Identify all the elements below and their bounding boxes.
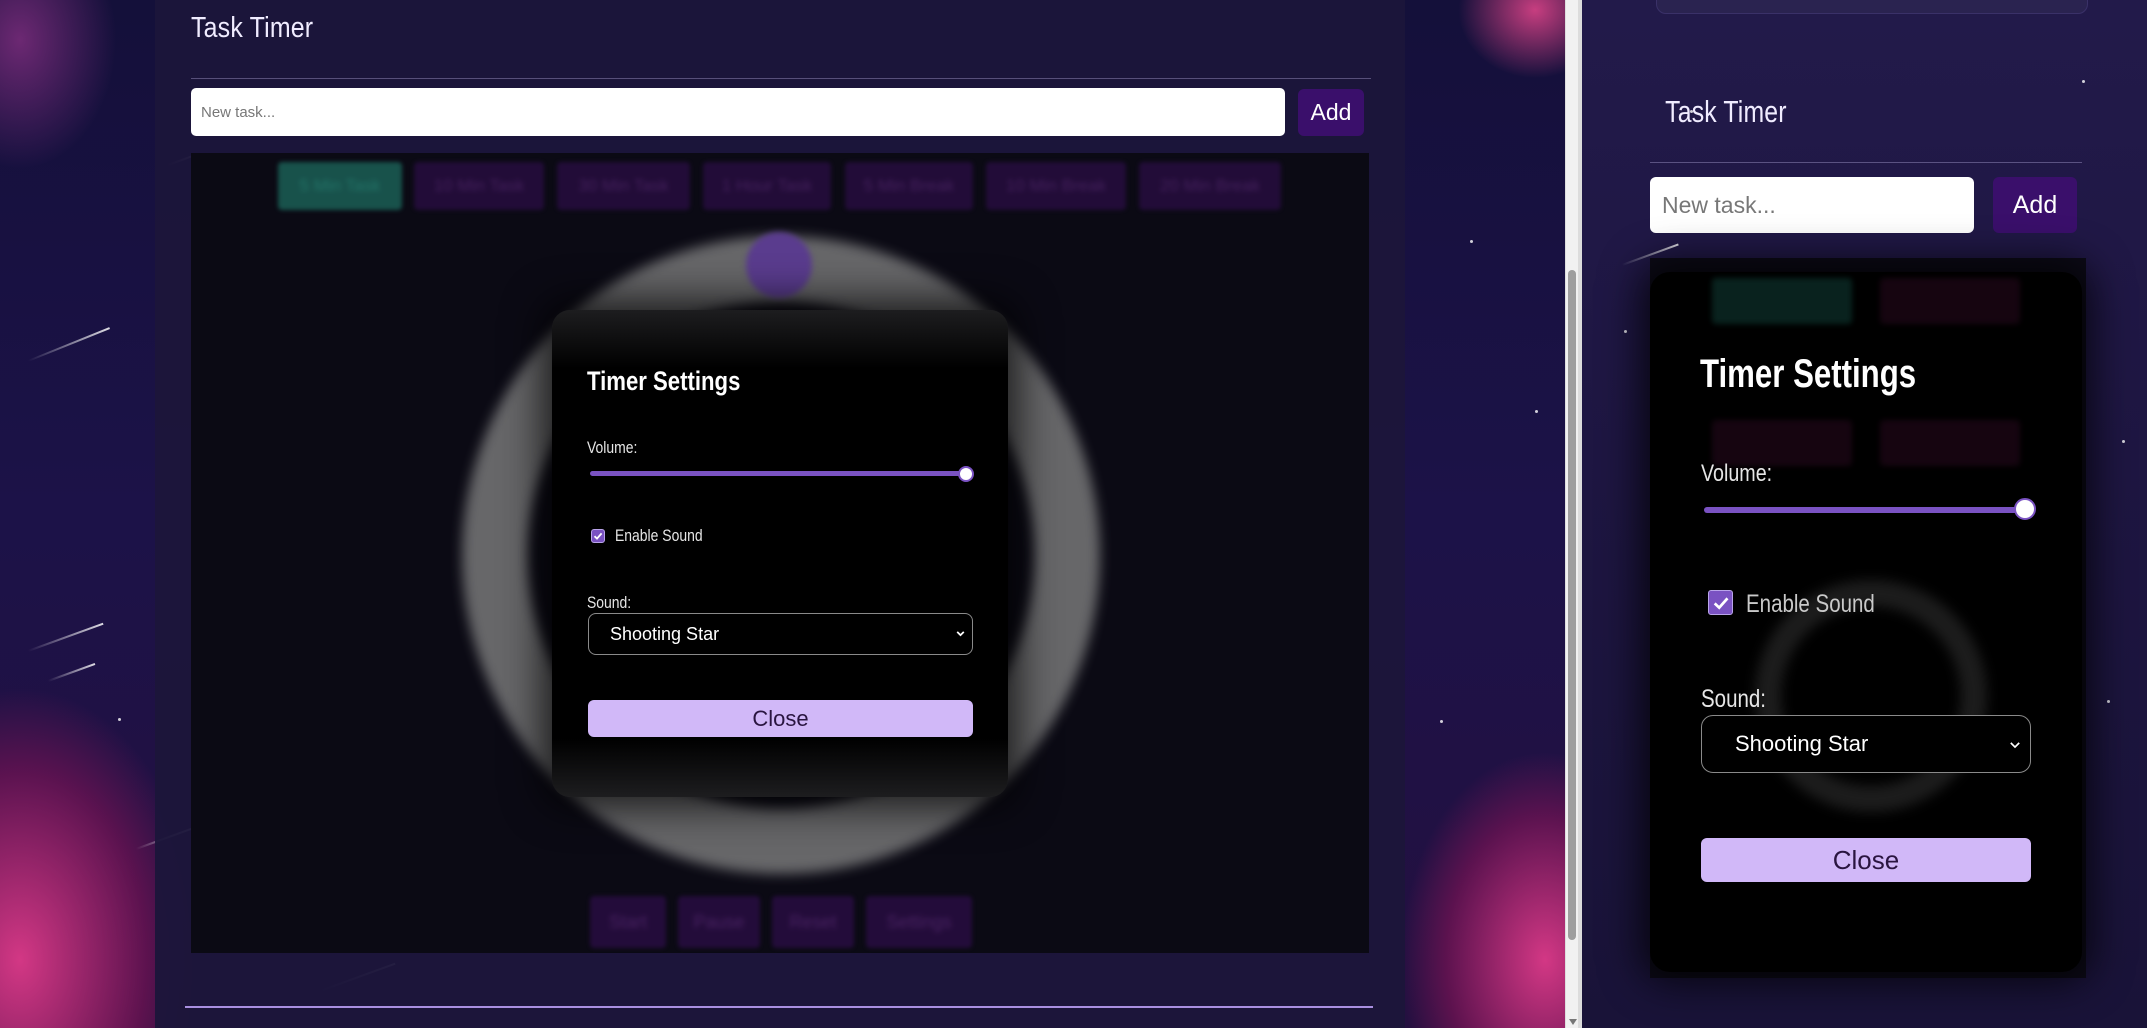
app-title: Task Timer [191,12,314,44]
preset-button[interactable] [1712,278,1852,324]
scroll-down-arrow-icon[interactable] [1569,1019,1577,1025]
pause-button[interactable]: Pause [678,896,760,948]
title-divider [1650,162,2082,163]
new-task-input[interactable] [191,88,1285,136]
preset-button[interactable] [1880,420,2020,466]
preset-button[interactable] [1880,278,2020,324]
enable-sound-checkbox[interactable] [1708,590,1733,615]
enable-sound-checkbox[interactable] [591,529,605,543]
checkmark-icon [1713,596,1728,610]
volume-label: Volume: [587,438,638,457]
sound-label: Sound: [587,593,632,612]
star [1470,240,1473,243]
star [118,718,121,721]
dialog-title: Timer Settings [1700,352,1917,396]
preset-label: 10 Min Break [1005,176,1107,195]
sound-select[interactable]: Shooting Star [588,613,973,655]
shooting-star-streak [27,327,110,362]
preset-button[interactable]: 1 Hour Task [703,162,831,210]
reset-button[interactable]: Reset [772,896,854,948]
preset-button[interactable]: 10 Min Break [986,162,1126,210]
preset-button[interactable]: 10 Min Task [414,162,544,210]
volume-slider-thumb[interactable] [958,466,974,482]
shooting-star-streak [27,622,104,652]
top-card [1656,0,2088,14]
preset-label: 5 Min Break [863,176,955,195]
sound-select-value: Shooting Star [1735,731,1869,756]
enable-sound-label: Enable Sound [1746,590,1875,618]
settings-label: Settings [886,911,952,932]
preset-button[interactable]: 5 Min Break [845,162,973,210]
add-task-button[interactable]: Add [1298,89,1364,136]
start-label: Start [608,911,647,932]
volume-slider-thumb[interactable] [2014,498,2036,520]
checkmark-icon [593,532,603,540]
timer-progress-knob [746,232,812,298]
close-button[interactable]: Close [1701,838,2031,882]
preset-label: 30 Min Task [578,176,669,195]
sound-label: Sound: [1701,685,1766,713]
new-task-input[interactable] [1650,177,1974,233]
preset-label: 1 Hour Task [721,176,813,195]
volume-label: Volume: [1701,460,1773,487]
star [1440,720,1443,723]
volume-slider[interactable] [590,471,968,476]
shooting-star-streak [47,662,96,682]
chevron-down-icon [956,631,965,637]
star [2082,80,2085,83]
app-title: Task Timer [1665,94,1787,129]
chevron-down-icon [2010,742,2020,749]
star [1624,330,1627,333]
star [2122,440,2125,443]
title-divider [191,78,1371,79]
preset-label: 20 Min Break [1159,176,1261,195]
reset-label: Reset [789,911,837,932]
preset-button[interactable]: 30 Min Task [557,162,690,210]
preset-label: 10 Min Task [433,176,525,195]
page-scrollbar[interactable] [1565,0,1578,1028]
close-button[interactable]: Close [588,700,973,737]
preset-button[interactable]: 5 Min Task [278,162,402,210]
sound-select[interactable]: Shooting Star [1701,715,2031,773]
settings-button[interactable]: Settings [866,896,972,948]
preset-button[interactable]: 20 Min Break [1139,162,1281,210]
footer-divider [185,1006,1373,1008]
sound-select-value: Shooting Star [610,623,720,644]
enable-sound-label: Enable Sound [615,526,703,545]
star [1535,410,1538,413]
add-task-button[interactable]: Add [1993,177,2077,233]
star [2107,700,2110,703]
start-button[interactable]: Start [590,896,666,948]
scrollbar-thumb[interactable] [1568,270,1576,940]
preset-label: 5 Min Task [299,176,381,195]
volume-slider[interactable] [1704,507,2026,513]
pause-label: Pause [693,911,745,932]
dialog-title: Timer Settings [587,366,741,396]
